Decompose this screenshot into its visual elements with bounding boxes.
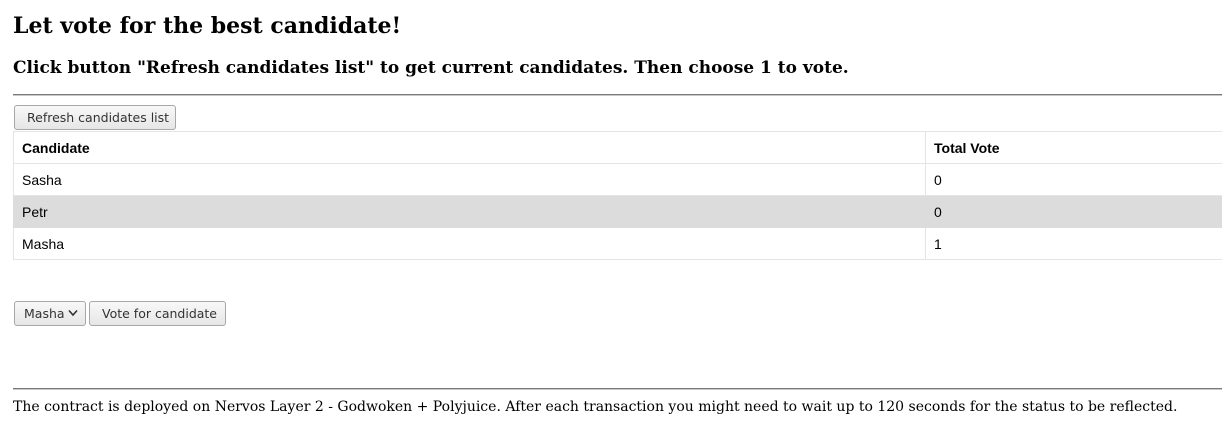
vote-for-candidate-button[interactable]: Vote for candidate (89, 301, 226, 326)
column-header-candidate: Candidate (13, 131, 926, 164)
candidate-name: Masha (13, 227, 926, 260)
table-row: Petr 0 (13, 195, 1222, 228)
candidates-table: Candidate Total Vote Sasha 0 Petr 0 Mash… (13, 131, 1222, 260)
candidate-name: Petr (13, 195, 926, 228)
page-subtitle: Click button "Refresh candidates list" t… (13, 58, 849, 78)
table-row: Masha 1 (13, 227, 1222, 260)
page-title: Let vote for the best candidate! (13, 13, 402, 39)
candidate-votes: 0 (925, 195, 1222, 228)
table-row: Sasha 0 (13, 163, 1222, 196)
bottom-divider (13, 388, 1222, 390)
footer-note: The contract is deployed on Nervos Layer… (13, 399, 1178, 415)
top-divider (13, 94, 1222, 96)
candidate-name: Sasha (13, 163, 926, 196)
candidate-votes: 1 (925, 227, 1222, 260)
chevron-down-icon (68, 309, 78, 317)
candidate-votes: 0 (925, 163, 1222, 196)
candidate-select[interactable]: Masha (14, 301, 86, 326)
table-header-row: Candidate Total Vote (13, 131, 1222, 164)
candidate-select-value: Masha (24, 306, 65, 321)
column-header-total-vote: Total Vote (925, 131, 1222, 164)
refresh-candidates-button[interactable]: Refresh candidates list (14, 105, 176, 130)
